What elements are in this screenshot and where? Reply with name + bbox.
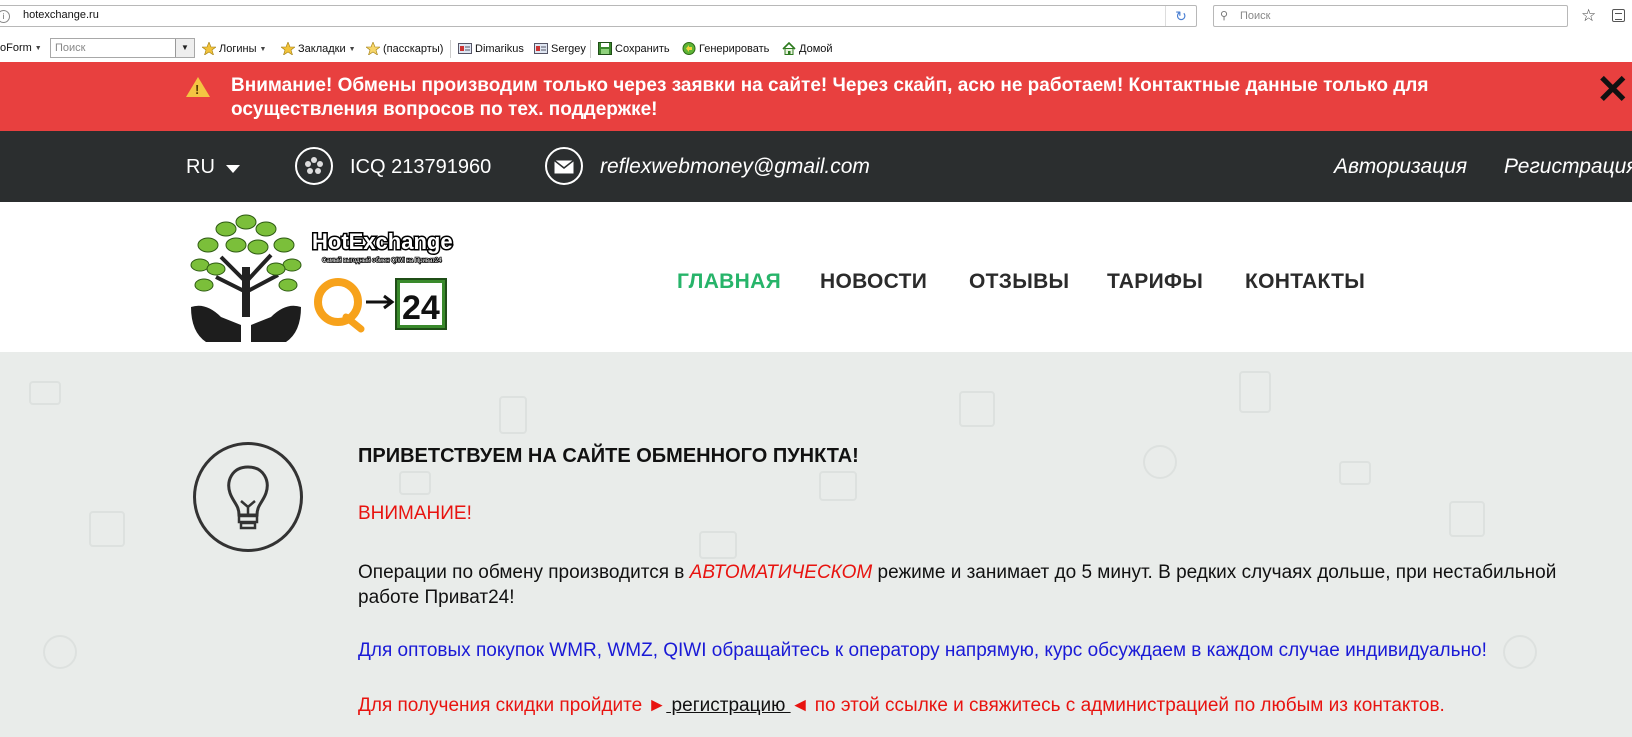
star-icon: [202, 42, 216, 55]
browser-toolbar: i hotexchange.ru ↻ ⚲ Поиск ☆: [0, 0, 1632, 34]
nav-news[interactable]: НОВОСТИ: [820, 270, 927, 294]
warning-icon: [186, 77, 210, 97]
top-info-bar: RU ICQ 213791960 reflexwebmoney@gmail.co…: [0, 131, 1632, 202]
bookmark-sergey[interactable]: Sergey: [534, 42, 586, 55]
logo-title: HotExchange: [312, 229, 453, 254]
mail-icon: [554, 160, 574, 174]
chevron-down-icon[interactable]: ▼: [175, 39, 194, 57]
alert-text: Внимание! Обмены производим только через…: [231, 75, 1429, 120]
operations-paragraph: Операции по обмену производится в АВТОМА…: [358, 560, 1618, 610]
p1-text: Операции по обмену производится в: [358, 562, 690, 583]
p3-text: Для получения скидки пройдите ►: [358, 695, 667, 716]
lightbulb-icon: [193, 442, 303, 552]
logo-tagline: Самый выгодный обмен QIWI на Приват24: [322, 257, 442, 264]
bookmark-label: Dimarikus: [475, 43, 524, 55]
arrow-right-icon: [366, 294, 395, 310]
bookmarks-bar: oForm ▼ Поиск ▼ Логины ▼ Закладки ▼ (пасска…: [0, 35, 1632, 63]
roboform-label: oForm: [0, 42, 32, 54]
bookmark-label: Закладки: [298, 43, 346, 55]
automatic-emphasis: АВТОМАТИЧЕСКОМ: [689, 562, 873, 583]
discount-paragraph: Для получения скидки пройдите ► регистра…: [358, 695, 1445, 717]
chevron-down-icon[interactable]: [226, 165, 240, 173]
bookmark-label: Sergey: [551, 43, 586, 55]
reading-list-icon[interactable]: [1612, 9, 1625, 22]
nav-tariffs[interactable]: ТАРИФЫ: [1107, 270, 1203, 294]
nav-reviews[interactable]: ОТЗЫВЫ: [969, 270, 1069, 294]
bookmarks-search-placeholder: Поиск: [55, 42, 86, 54]
id-card-icon: [458, 43, 472, 54]
bookmark-logins[interactable]: Логины ▼: [202, 42, 266, 55]
warning-label: ВНИМАНИЕ!: [358, 503, 472, 524]
search-icon: ⚲: [1220, 10, 1229, 22]
separator: [450, 40, 451, 58]
url-text[interactable]: hotexchange.ru: [23, 9, 99, 21]
envelope-icon: [545, 147, 583, 185]
address-bar[interactable]: i hotexchange.ru ↻: [0, 5, 1197, 27]
bookmark-label: Логины: [219, 43, 257, 55]
browser-search-placeholder: Поиск: [1240, 10, 1271, 22]
welcome-title: ПРИВЕТСТВУЕМ НА САЙТЕ ОБМЕННОГО ПУНКТА!: [358, 445, 859, 467]
separator: [590, 40, 591, 58]
chevron-down-icon: ▼: [259, 46, 267, 53]
bookmark-label: Домой: [799, 43, 833, 55]
qiwi-logo-icon: [314, 278, 365, 333]
bookmark-star-icon[interactable]: ☆: [1581, 5, 1596, 27]
login-link[interactable]: Авторизация: [1334, 155, 1467, 179]
icq-number: ICQ 213791960: [350, 156, 492, 178]
bulb-glyph: [227, 465, 269, 530]
p3-text-after: ◄ по этой ссылке и свяжитесь с администр…: [790, 695, 1445, 716]
wholesale-paragraph: Для оптовых покупок WMR, WMZ, QIWI обращ…: [358, 640, 1487, 661]
email-link[interactable]: reflexwebmoney@gmail.com: [600, 155, 870, 179]
bookmark-dimarikus[interactable]: Dimarikus: [458, 42, 524, 55]
alert-banner: Внимание! Обмены производим только через…: [0, 62, 1632, 131]
language-selector[interactable]: RU: [186, 156, 215, 179]
roboform-menu[interactable]: oForm ▼: [0, 42, 42, 54]
welcome-section: ПРИВЕТСТВУЕМ НА САЙТЕ ОБМЕННОГО ПУНКТА! …: [0, 352, 1632, 737]
nav-contacts[interactable]: КОНТАКТЫ: [1245, 270, 1365, 294]
info-icon[interactable]: i: [0, 10, 10, 23]
close-icon[interactable]: ✕: [1596, 70, 1630, 110]
chevron-down-icon: ▼: [34, 45, 42, 52]
bookmark-generate[interactable]: Генерировать: [682, 42, 769, 55]
register-link[interactable]: Регистрация: [1504, 155, 1632, 179]
generate-icon: [682, 42, 696, 55]
privat24-label: 24: [402, 289, 440, 327]
chevron-down-icon: ▼: [348, 46, 356, 53]
star-icon: [281, 42, 295, 55]
bookmark-passcards[interactable]: (пасскарты): [366, 42, 443, 55]
site-logo[interactable]: HotExchange Самый выгодный обмен QIWI на…: [186, 207, 470, 347]
bookmark-save[interactable]: Сохранить: [598, 42, 670, 55]
browser-search-input[interactable]: ⚲ Поиск: [1213, 5, 1568, 27]
tree-graphic: [190, 214, 302, 342]
bookmark-label: Сохранить: [615, 43, 670, 55]
nav-home[interactable]: ГЛАВНАЯ: [677, 270, 781, 294]
star-icon: [366, 42, 380, 55]
bookmarks-search-input[interactable]: Поиск ▼: [50, 38, 195, 58]
bookmark-label: Генерировать: [699, 43, 770, 55]
bookmark-bookmarks[interactable]: Закладки ▼: [281, 42, 356, 55]
bookmark-label: (пасскарты): [383, 43, 444, 55]
registration-link[interactable]: регистрацию: [666, 695, 790, 716]
main-navbar: HotExchange Самый выгодный обмен QIWI на…: [0, 202, 1632, 352]
bookmark-home[interactable]: Домой: [782, 42, 833, 55]
save-icon: [598, 42, 612, 55]
id-card-icon: [534, 43, 548, 54]
reload-icon[interactable]: ↻: [1165, 6, 1196, 26]
home-icon: [782, 42, 796, 55]
icq-flower-icon: [295, 147, 333, 185]
icq-icon: [305, 157, 323, 175]
